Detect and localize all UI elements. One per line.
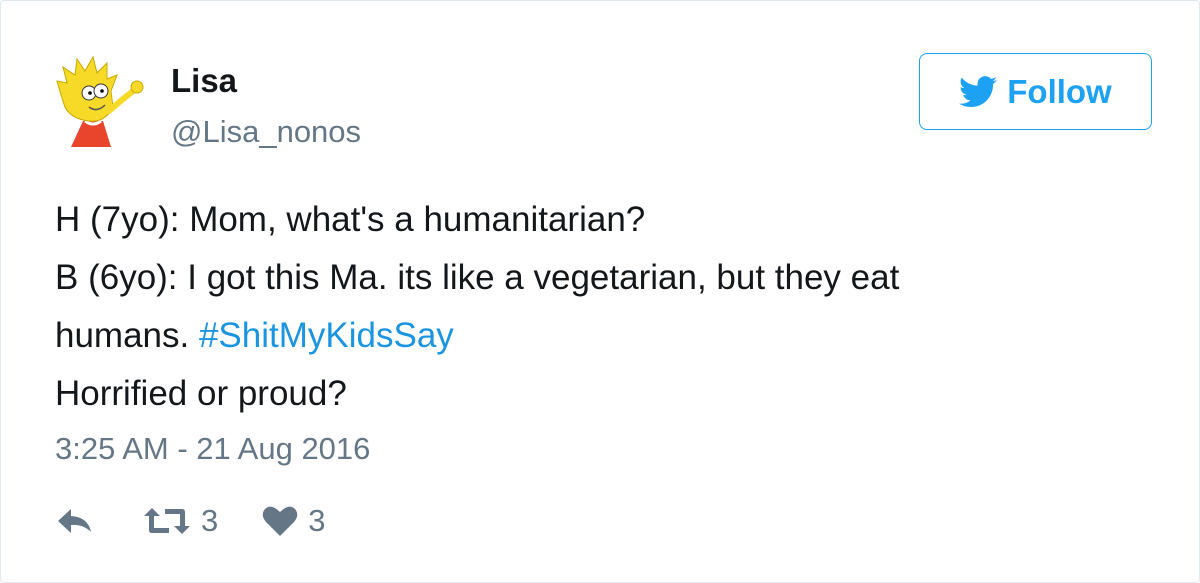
tweet-timestamp[interactable]: 3:25 AM - 21 Aug 2016 xyxy=(55,429,370,469)
like-count: 3 xyxy=(308,503,326,538)
tweet-line: H (7yo): Mom, what's a humanitarian? xyxy=(55,200,646,239)
twitter-bird-icon xyxy=(959,75,998,107)
like-button[interactable]: 3 xyxy=(262,503,326,539)
follow-label: Follow xyxy=(1007,72,1112,110)
reply-icon xyxy=(58,509,91,533)
tweet-line: Horrified or proud? xyxy=(55,374,347,413)
tweet-line: B (6yo): I got this Ma. its like a veget… xyxy=(55,258,900,297)
retweet-count: 3 xyxy=(201,503,219,538)
reply-button[interactable] xyxy=(55,506,95,536)
tweet-text: H (7yo): Mom, what's a humanitarian? B (… xyxy=(55,191,1155,423)
display-name[interactable]: Lisa xyxy=(171,61,237,101)
hashtag-link[interactable]: #ShitMyKidsSay xyxy=(199,316,454,355)
retweet-icon xyxy=(144,508,190,534)
avatar[interactable] xyxy=(51,51,151,151)
heart-icon xyxy=(262,506,298,536)
retweet-button[interactable]: 3 xyxy=(143,503,218,539)
tweet-actions: 3 3 xyxy=(55,501,326,541)
tweet-line-text: humans. xyxy=(55,316,199,355)
follow-button[interactable]: Follow xyxy=(919,53,1152,130)
screen-name[interactable]: @Lisa_nonos xyxy=(171,112,361,152)
tweet-line: humans. #ShitMyKidsSay xyxy=(55,307,1155,365)
tweet-card: Lisa @Lisa_nonos Follow H (7yo): Mom, wh… xyxy=(0,0,1200,583)
